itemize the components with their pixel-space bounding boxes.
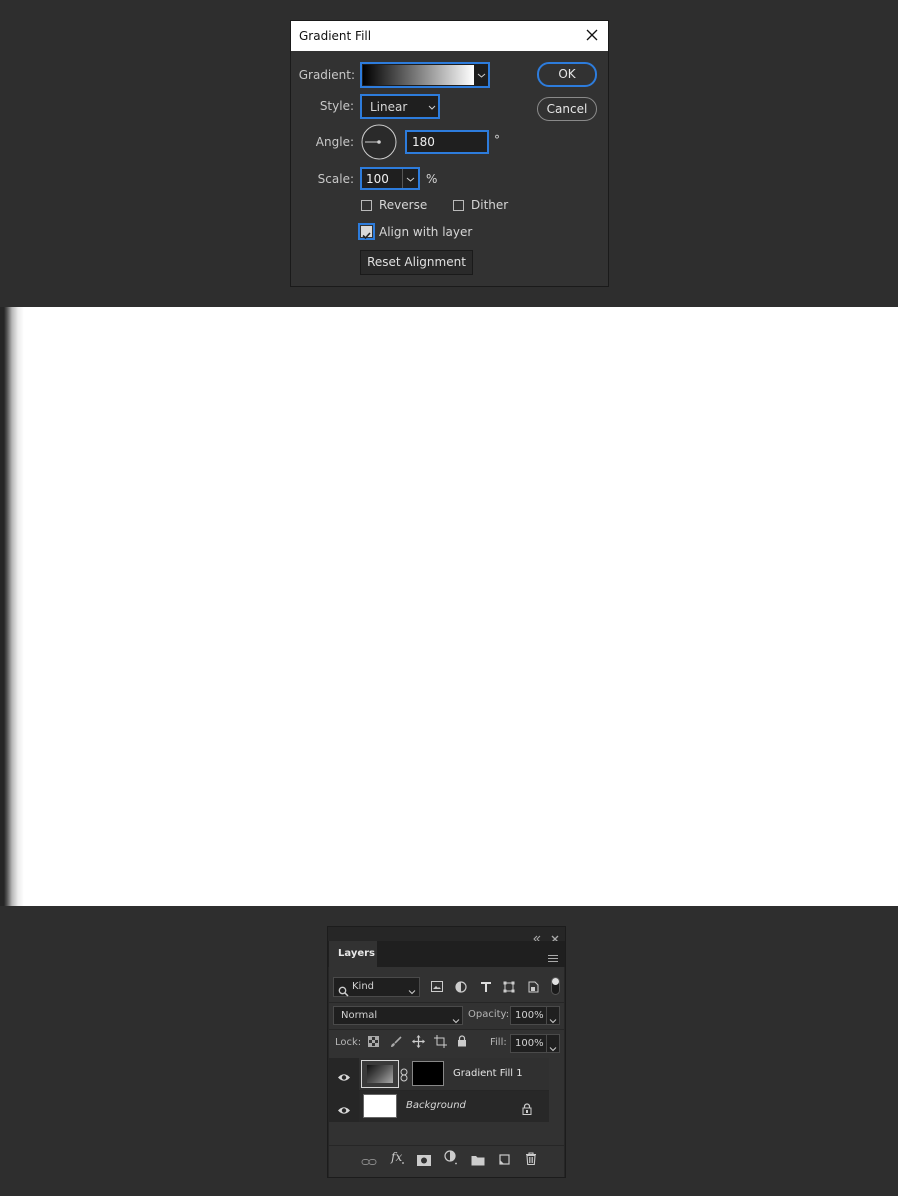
divider bbox=[329, 1029, 564, 1030]
dialog-titlebar: Gradient Fill bbox=[291, 21, 608, 51]
chevron-down-icon[interactable] bbox=[548, 1011, 558, 1024]
filter-toggle-icon[interactable] bbox=[551, 977, 560, 995]
blend-mode-value: Normal bbox=[341, 1010, 378, 1021]
adjustment-icon[interactable] bbox=[444, 1150, 458, 1165]
opacity-input[interactable]: 100% bbox=[510, 1006, 560, 1025]
mask-icon[interactable] bbox=[417, 1151, 431, 1166]
reverse-label: Reverse bbox=[379, 198, 428, 212]
tab-layers[interactable]: Layers bbox=[329, 941, 377, 967]
angle-label: Angle: bbox=[315, 135, 354, 149]
blend-mode-select[interactable]: Normal bbox=[333, 1006, 463, 1025]
filter-kind-value: Kind bbox=[352, 981, 375, 992]
style-label: Style: bbox=[319, 99, 354, 113]
search-icon bbox=[338, 982, 349, 997]
filter-kind-select[interactable]: Kind bbox=[333, 977, 420, 997]
lock-paint-icon[interactable] bbox=[390, 1036, 402, 1048]
eye-icon[interactable] bbox=[337, 1068, 351, 1081]
fill-label: Fill: bbox=[490, 1037, 507, 1048]
smart-object-filter-icon[interactable] bbox=[527, 981, 539, 993]
dither-checkbox[interactable] bbox=[453, 200, 464, 211]
align-with-layer-checkbox[interactable] bbox=[358, 223, 375, 240]
folder-icon[interactable] bbox=[471, 1151, 485, 1166]
gradient-fill-dialog: Gradient Fill Gradient: OK Cancel Style:… bbox=[290, 20, 609, 287]
document-canvas[interactable] bbox=[0, 307, 898, 906]
trash-icon[interactable] bbox=[525, 1150, 537, 1166]
fill-input[interactable]: 100% bbox=[510, 1034, 560, 1053]
chevron-down-icon[interactable] bbox=[426, 98, 438, 116]
gradient-label: Gradient: bbox=[298, 68, 355, 82]
chevron-down-icon[interactable] bbox=[548, 1039, 558, 1052]
checkmark-icon bbox=[361, 226, 372, 240]
divider bbox=[329, 1002, 564, 1003]
scale-label: Scale: bbox=[317, 172, 354, 186]
close-icon[interactable] bbox=[550, 929, 560, 943]
lock-all-icon[interactable] bbox=[457, 1035, 467, 1047]
align-with-layer-label: Align with layer bbox=[379, 225, 473, 239]
opacity-value: 100% bbox=[515, 1010, 544, 1021]
link-icon[interactable] bbox=[400, 1067, 408, 1082]
lock-position-icon[interactable] bbox=[412, 1035, 425, 1048]
gradient-picker[interactable] bbox=[360, 62, 490, 88]
gradient-thumbnail[interactable] bbox=[361, 1060, 399, 1088]
percent-symbol: % bbox=[426, 172, 438, 186]
fill-value: 100% bbox=[515, 1038, 544, 1049]
layer-name[interactable]: Gradient Fill 1 bbox=[453, 1068, 523, 1079]
background-thumbnail[interactable] bbox=[363, 1094, 397, 1118]
angle-value: 180 bbox=[412, 135, 435, 149]
panel-header-strip bbox=[328, 927, 565, 943]
dialog-title: Gradient Fill bbox=[299, 29, 372, 43]
panel-menu-icon[interactable] bbox=[547, 949, 559, 962]
fx-icon[interactable]: fx bbox=[390, 1149, 406, 1165]
angle-input[interactable]: 180 bbox=[405, 130, 489, 154]
eye-icon[interactable] bbox=[337, 1101, 351, 1114]
gradient-thumbnail-swatch bbox=[367, 1065, 393, 1083]
fill-divider bbox=[546, 1035, 547, 1052]
layers-footer: fx bbox=[329, 1145, 564, 1170]
chevron-down-icon[interactable] bbox=[475, 65, 488, 85]
layers-panel: Layers Kind Normal Opacity: 100% Lock: F… bbox=[327, 926, 566, 1178]
shape-filter-icon[interactable] bbox=[503, 981, 515, 993]
adjustment-filter-icon[interactable] bbox=[455, 981, 467, 993]
opacity-divider bbox=[546, 1007, 547, 1024]
gradient-edge bbox=[0, 307, 24, 906]
new-layer-icon[interactable] bbox=[498, 1151, 510, 1165]
opacity-label: Opacity: bbox=[468, 1009, 510, 1020]
chevron-down-icon[interactable] bbox=[404, 170, 417, 188]
angle-dial[interactable] bbox=[361, 124, 397, 160]
gradient-preview[interactable] bbox=[363, 65, 474, 85]
collapse-icon[interactable] bbox=[532, 929, 542, 943]
ok-button[interactable]: OK bbox=[537, 62, 597, 87]
filter-toggle-knob bbox=[552, 978, 559, 985]
degree-symbol: ° bbox=[494, 133, 500, 147]
lock-label: Lock: bbox=[335, 1037, 362, 1048]
cancel-button[interactable]: Cancel bbox=[537, 97, 597, 121]
layer-mask-thumbnail[interactable] bbox=[412, 1061, 444, 1086]
style-select[interactable]: Linear bbox=[360, 94, 440, 119]
scale-value: 100 bbox=[366, 172, 389, 186]
image-filter-icon[interactable] bbox=[431, 981, 443, 992]
tab-layers-label: Layers bbox=[338, 948, 375, 959]
style-value: Linear bbox=[370, 100, 408, 114]
dither-label: Dither bbox=[471, 198, 509, 212]
chevron-down-icon[interactable] bbox=[407, 982, 417, 995]
layer-row-background[interactable]: Background bbox=[329, 1091, 549, 1122]
chevron-down-icon[interactable] bbox=[451, 1011, 461, 1024]
tab-bar: Layers bbox=[328, 941, 565, 967]
lock-icon bbox=[522, 1100, 532, 1115]
link-icon[interactable] bbox=[361, 1152, 377, 1165]
svg-text:fx: fx bbox=[390, 1150, 402, 1164]
layer-name[interactable]: Background bbox=[406, 1100, 466, 1111]
close-icon[interactable] bbox=[581, 24, 603, 46]
lock-transparent-icon[interactable] bbox=[368, 1036, 379, 1047]
scale-input[interactable]: 100 bbox=[360, 167, 420, 190]
reset-alignment-button[interactable]: Reset Alignment bbox=[360, 250, 473, 275]
scale-divider bbox=[402, 169, 403, 188]
lock-artboard-icon[interactable] bbox=[434, 1035, 447, 1048]
layer-row-gradient-fill[interactable]: Gradient Fill 1 bbox=[329, 1058, 549, 1090]
reverse-checkbox[interactable] bbox=[361, 200, 372, 211]
type-filter-icon[interactable] bbox=[480, 981, 492, 993]
